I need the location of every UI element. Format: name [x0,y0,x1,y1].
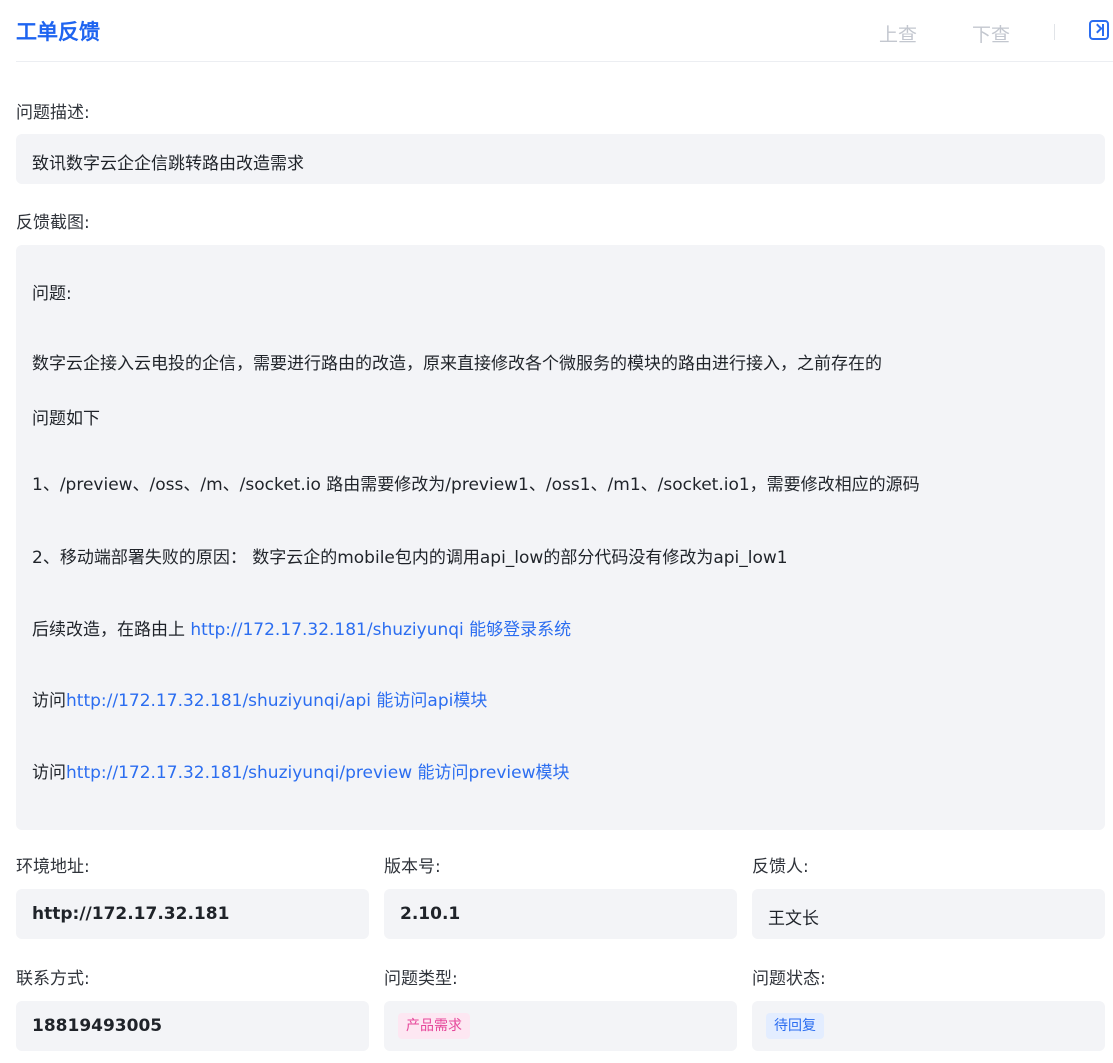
login-suffix: 能够登录系统 [463,620,572,640]
contact-field: 18819493005 [16,1001,369,1051]
contact-value: 18819493005 [32,1016,163,1036]
problem-item-2: 2、移动端部署失败的原因： 数字云企的mobile包内的调用api_low的部分… [32,548,788,568]
api-link[interactable]: http://172.17.32.181/shuziyunqi/api [66,691,371,711]
problem-item-1: 1、/preview、/oss、/m、/socket.io 路由需要修改为/pr… [32,475,920,495]
status-label: 问题状态: [752,969,826,989]
problem-text-line: 问题如下 [32,409,100,429]
prev-record-button[interactable]: 上查 [879,20,917,47]
screenshot-content: 问题: 数字云企接入云电投的企信，需要进行路由的改造，原来直接修改各个微服务的模… [16,245,1105,830]
version-field: 2.10.1 [384,889,737,939]
chevron-right-icon [1092,23,1103,34]
reporter-value: 王文长 [768,909,819,929]
preview-suffix: 能访问preview模块 [412,763,570,783]
followup-prefix: 后续改造，在路由上 [32,620,191,640]
type-field: 产品需求 [384,1001,737,1051]
reporter-field: 王文长 [752,889,1105,939]
contact-label: 联系方式: [16,969,90,989]
login-link[interactable]: http://172.17.32.181/shuziyunqi [190,620,463,640]
preview-link[interactable]: http://172.17.32.181/shuziyunqi/preview [66,763,412,783]
type-label: 问题类型: [384,969,458,989]
api-suffix: 能访问api模块 [371,691,488,711]
next-record-button[interactable]: 下查 [972,20,1010,47]
version-label: 版本号: [384,857,441,877]
env-value: http://172.17.32.181 [32,904,230,924]
preview-prefix: 访问 [32,763,66,783]
screenshot-label: 反馈截图: [16,213,90,233]
reporter-label: 反馈人: [752,857,809,877]
followup-line: 后续改造，在路由上 http://172.17.32.181/shuziyunq… [32,615,571,640]
page-header: 工单反馈 上查 下查 [16,0,1113,62]
description-label: 问题描述: [16,103,90,123]
type-tag: 产品需求 [398,1013,470,1039]
env-field: http://172.17.32.181 [16,889,369,939]
collapse-bar [1102,24,1104,36]
preview-access-line: 访问http://172.17.32.181/shuziyunqi/previe… [32,758,570,783]
status-badge: 待回复 [766,1013,824,1039]
version-value: 2.10.1 [400,904,461,924]
description-field: 致讯数字云企企信跳转路由改造需求 [16,134,1105,184]
description-value: 致讯数字云企企信跳转路由改造需求 [32,154,304,174]
env-label: 环境地址: [16,857,90,877]
page-title: 工单反馈 [16,20,100,44]
problem-heading: 问题: [32,284,72,304]
status-field: 待回复 [752,1001,1105,1051]
panel-collapse-icon[interactable] [1089,20,1109,40]
api-prefix: 访问 [32,691,66,711]
api-access-line: 访问http://172.17.32.181/shuziyunqi/api 能访… [32,686,487,711]
problem-text-line: 数字云企接入云电投的企信，需要进行路由的改造，原来直接修改各个微服务的模块的路由… [32,354,882,374]
header-divider [1054,24,1055,40]
